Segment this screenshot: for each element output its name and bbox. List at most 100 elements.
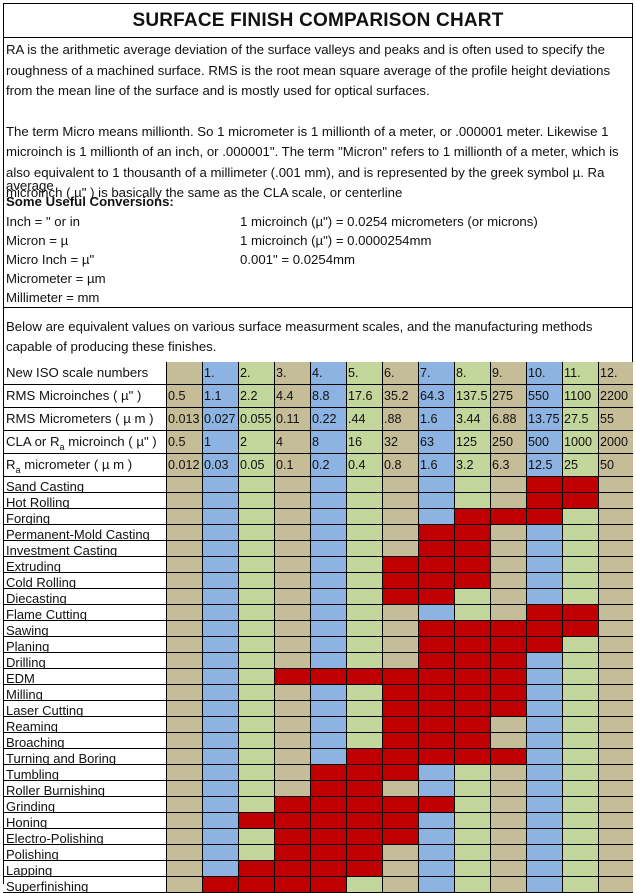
scale-column-cell [310,509,346,525]
scale-value-cell: 13.75 [526,408,562,431]
process-name[interactable]: Polishing [3,845,166,861]
scale-column-cell [526,685,562,701]
scale-column-cell [454,605,490,621]
scale-column-cell [166,765,202,781]
scale-column-cell [166,717,202,733]
scale-column-cell [346,509,382,525]
process-name[interactable]: Electro-Polishing [3,829,166,845]
scale-value-cell: 9. [490,362,526,385]
process-range-cell [346,813,382,829]
process-name[interactable]: Roller Burnishing [3,781,166,797]
scale-column-cell [166,877,202,893]
process-name[interactable]: Forging [3,509,166,525]
scale-column-cell [382,653,418,669]
process-name[interactable]: Reaming [3,717,166,733]
scale-column-cell [598,861,633,877]
scale-value-cell: 1.6 [418,408,454,431]
process-name[interactable]: Sand Casting [3,477,166,493]
scale-column-cell [490,525,526,541]
process-range-cell [382,589,418,605]
process-row: Sand Casting [3,477,633,493]
scale-value-cell: 7. [418,362,454,385]
scale-value-cell: 11. [562,362,598,385]
scale-value-cell: 4.4 [274,385,310,408]
process-name[interactable]: Milling [3,685,166,701]
process-range-cell [346,861,382,877]
scale-column-cell [490,573,526,589]
process-range-cell [346,749,382,765]
process-range-cell [490,749,526,765]
process-name[interactable]: Superfinishing [3,877,166,893]
process-name[interactable]: Investment Casting [3,541,166,557]
process-name[interactable]: Flame Cutting [3,605,166,621]
scale-value-cell: 3. [274,362,310,385]
process-name[interactable]: Broaching [3,733,166,749]
scale-column-cell [166,733,202,749]
process-row: Roller Burnishing [3,781,633,797]
process-range-cell [418,637,454,653]
process-range-cell [526,605,562,621]
scale-value-cell: 10. [526,362,562,385]
scale-column-cell [166,621,202,637]
scale-value-cell: 0.2 [310,454,346,477]
process-row: Turning and Boring [3,749,633,765]
scale-column-cell [274,653,310,669]
process-name[interactable]: Hot Rolling [3,493,166,509]
process-range-cell [418,749,454,765]
conversion-right-item: 0.001" = 0.0254mm [240,252,356,267]
scale-column-cell [346,557,382,573]
scale-column-cell [598,637,633,653]
scale-value-cell: .88 [382,408,418,431]
process-name[interactable]: Permanent-Mold Casting [3,525,166,541]
process-name[interactable]: Diecasting [3,589,166,605]
scale-value-cell: 0.027 [202,408,238,431]
scale-column-cell [166,701,202,717]
process-name[interactable]: Tumbling [3,765,166,781]
scale-column-cell [526,749,562,765]
process-name[interactable]: Lapping [3,861,166,877]
scale-column-cell [274,717,310,733]
process-name[interactable]: EDM [3,669,166,685]
process-name[interactable]: Planing [3,637,166,653]
scale-column-cell [598,765,633,781]
scale-column-cell [454,477,490,493]
scale-column-cell [310,589,346,605]
scale-column-cell [346,877,382,893]
scale-column-cell [598,509,633,525]
process-name[interactable]: Drilling [3,653,166,669]
scale-column-cell [598,877,633,893]
scale-column-cell [346,477,382,493]
scale-column-cell [310,717,346,733]
scale-column-cell [562,813,598,829]
process-name[interactable]: Honing [3,813,166,829]
scale-column-cell [166,653,202,669]
scale-column-cell [562,685,598,701]
process-name[interactable]: Laser Cutting [3,701,166,717]
process-row: Superfinishing [3,877,633,893]
scale-column-cell [166,781,202,797]
scale-column-cell [562,781,598,797]
process-name[interactable]: Turning and Boring [3,749,166,765]
scale-value-cell: 6.88 [490,408,526,431]
process-name[interactable]: Grinding [3,797,166,813]
process-name[interactable]: Cold Rolling [3,573,166,589]
scale-column-cell [526,813,562,829]
scale-column-cell [454,829,490,845]
scale-column-cell [490,733,526,749]
process-row: Milling [3,685,633,701]
scale-column-cell [202,573,238,589]
scale-column-cell [346,685,382,701]
scale-column-cell [562,541,598,557]
scale-column-cell [238,653,274,669]
scale-row: RMS Microinches ( µ" ) 0.5 1.1 2.2 4.4 8.8 17.… [3,385,633,408]
process-range-cell [310,669,346,685]
process-range-cell [310,765,346,781]
scale-value-cell: 6. [382,362,418,385]
scale-column-cell [238,477,274,493]
scale-column-cell [526,733,562,749]
process-range-cell [418,621,454,637]
scale-value-cell: 125 [454,431,490,454]
process-name[interactable]: Sawing [3,621,166,637]
scale-column-cell [274,637,310,653]
process-name[interactable]: Extruding [3,557,166,573]
